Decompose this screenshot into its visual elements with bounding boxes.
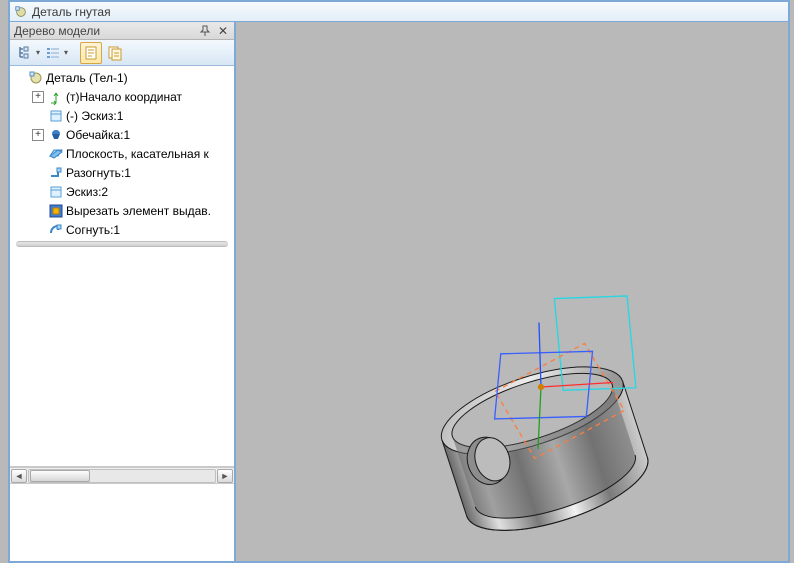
- toolbar-tree-config-button[interactable]: [14, 42, 36, 64]
- tree-item-label: Согнуть:1: [66, 223, 120, 237]
- bend-icon: [48, 222, 64, 238]
- tree-item-unbend[interactable]: Разогнуть:1: [10, 163, 234, 182]
- scroll-left-button[interactable]: ◄: [11, 469, 27, 483]
- shell-icon: [48, 127, 64, 143]
- sketch-icon: [48, 108, 64, 124]
- tree-item-plane[interactable]: Плоскость, касательная к: [10, 144, 234, 163]
- plane-icon: [48, 146, 64, 162]
- tree-item-label: Эскиз:2: [66, 185, 108, 199]
- tree-item-cut-extrude[interactable]: Вырезать элемент выдав.: [10, 201, 234, 220]
- expand-button[interactable]: +: [32, 91, 44, 103]
- model-tree-panel: Дерево модели ✕ ▾ ▾: [10, 22, 236, 561]
- toolbar-page-b-button[interactable]: [104, 42, 126, 64]
- tree-root-label: Деталь (Тел-1): [46, 71, 128, 85]
- part-icon: [14, 5, 28, 19]
- toolbar-list-view-button[interactable]: [42, 42, 64, 64]
- tree-item-label: (-) Эскиз:1: [66, 109, 123, 123]
- tree-item-label: Плоскость, касательная к: [66, 147, 209, 161]
- dropdown-indicator-icon[interactable]: ▾: [36, 48, 40, 57]
- window-title: Деталь гнутая: [32, 5, 111, 19]
- unbend-icon: [48, 165, 64, 181]
- origin-icon: [48, 89, 64, 105]
- tree-item-origin[interactable]: + (т)Начало координат: [10, 87, 234, 106]
- app-window: Деталь гнутая Дерево модели ✕ ▾ ▾: [8, 0, 790, 563]
- tree-item-label: Разогнуть:1: [66, 166, 131, 180]
- toolbar-page-a-button[interactable]: [80, 42, 102, 64]
- model-3d: [236, 22, 788, 561]
- viewport-3d[interactable]: [236, 22, 788, 561]
- tree-item-label: Обечайка:1: [66, 128, 130, 142]
- scroll-thumb[interactable]: [30, 470, 90, 482]
- tree-end-bar[interactable]: [16, 241, 228, 247]
- content-area: Дерево модели ✕ ▾ ▾: [10, 22, 788, 561]
- sketch-icon: [48, 184, 64, 200]
- dropdown-indicator-icon[interactable]: ▾: [64, 48, 68, 57]
- cut-extrude-icon: [48, 203, 64, 219]
- pin-icon[interactable]: [198, 24, 212, 38]
- close-icon[interactable]: ✕: [216, 24, 230, 38]
- expand-button[interactable]: +: [32, 129, 44, 141]
- panel-titlebar[interactable]: Дерево модели ✕: [10, 22, 234, 40]
- horizontal-scrollbar[interactable]: ◄ ►: [10, 467, 234, 483]
- tree-item-label: (т)Начало координат: [66, 90, 182, 104]
- window-titlebar[interactable]: Деталь гнутая: [10, 2, 788, 22]
- tree-item-shell[interactable]: + Обечайка:1: [10, 125, 234, 144]
- tree-item-bend[interactable]: Согнуть:1: [10, 220, 234, 239]
- tree-root[interactable]: Деталь (Тел-1): [10, 68, 234, 87]
- scroll-right-button[interactable]: ►: [217, 469, 233, 483]
- part-icon: [28, 70, 44, 86]
- panel-toolbar: ▾ ▾: [10, 40, 234, 66]
- tree-item-label: Вырезать элемент выдав.: [66, 204, 211, 218]
- panel-title: Дерево модели: [14, 24, 100, 38]
- tree-item-sketch[interactable]: Эскиз:2: [10, 182, 234, 201]
- scroll-track[interactable]: [28, 469, 216, 483]
- tree-view[interactable]: Деталь (Тел-1) + (т)Начало координат: [10, 66, 234, 467]
- tree-item-sketch[interactable]: (-) Эскиз:1: [10, 106, 234, 125]
- properties-pane[interactable]: [10, 483, 234, 561]
